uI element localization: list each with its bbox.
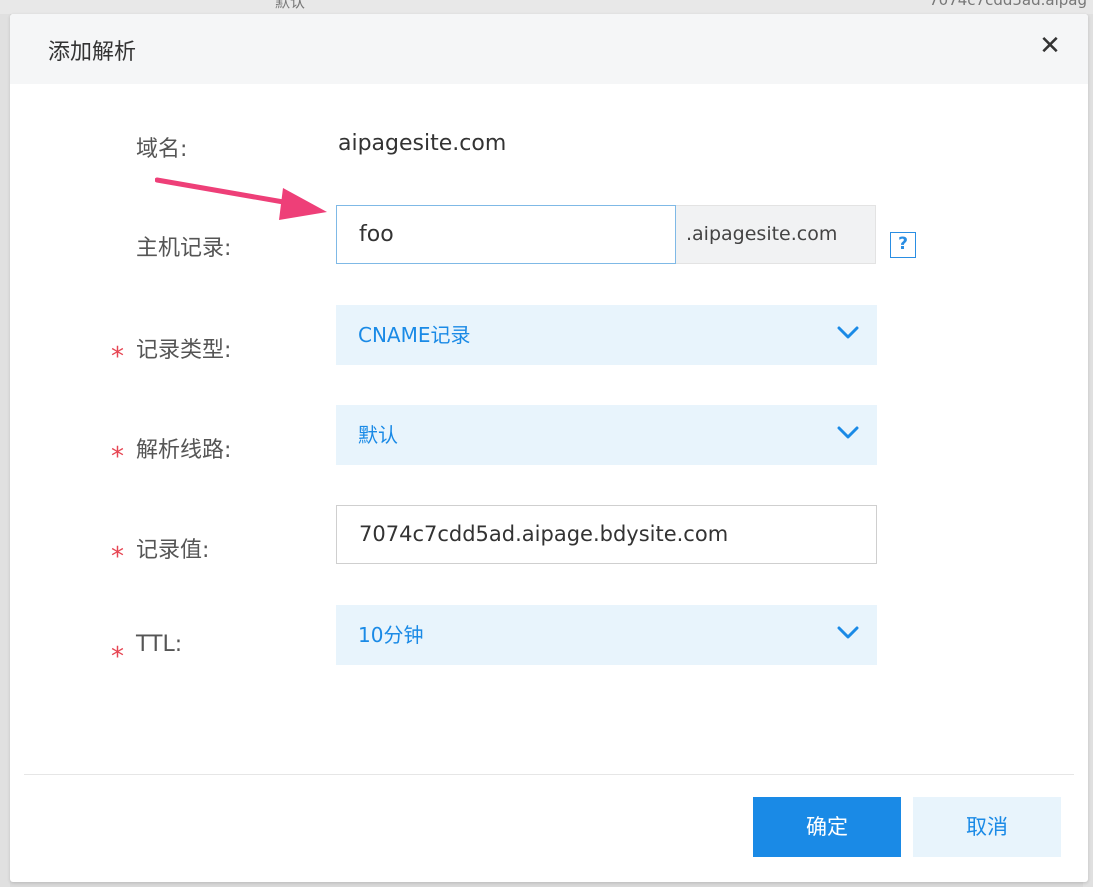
- background-text-right: 7074c7cdd5ad.aipag: [929, 0, 1087, 9]
- chevron-down-icon: [837, 426, 859, 439]
- required-mark: *: [111, 342, 124, 372]
- required-mark: *: [111, 642, 124, 672]
- required-mark: *: [111, 442, 124, 472]
- background-edge-left: [0, 14, 10, 887]
- chevron-down-icon: [837, 626, 859, 639]
- arrow-icon: [155, 177, 327, 220]
- cancel-button[interactable]: 取消: [913, 797, 1061, 857]
- record-value-input[interactable]: 7074c7cdd5ad.aipage.bdysite.com: [336, 505, 877, 564]
- ttl-select[interactable]: 10分钟: [336, 605, 877, 665]
- record-type-label: 记录类型:: [136, 338, 232, 363]
- footer-divider: [24, 774, 1074, 775]
- dialog-title: 添加解析: [48, 40, 137, 65]
- host-record-suffix: .aipagesite.com: [676, 205, 876, 264]
- domain-value: aipagesite.com: [338, 131, 507, 156]
- close-icon[interactable]: ✕: [1034, 30, 1066, 62]
- line-label: 解析线路:: [136, 438, 232, 463]
- record-value-label: 记录值:: [136, 538, 210, 563]
- line-value: 默认: [358, 423, 398, 447]
- record-type-select[interactable]: CNAME记录: [336, 305, 877, 365]
- background-text-left: 默认: [275, 0, 306, 11]
- help-icon[interactable]: ?: [890, 232, 916, 258]
- ttl-value: 10分钟: [358, 623, 424, 647]
- confirm-button[interactable]: 确定: [753, 797, 901, 857]
- host-record-label: 主机记录:: [136, 236, 232, 261]
- domain-label: 域名:: [136, 137, 188, 162]
- chevron-down-icon: [837, 326, 859, 339]
- ttl-label: TTL:: [136, 632, 183, 657]
- record-type-value: CNAME记录: [358, 323, 471, 347]
- add-record-dialog: 添加解析 ✕ 域名: aipagesite.com 主机记录: foo .aip…: [10, 14, 1088, 882]
- line-select[interactable]: 默认: [336, 405, 877, 465]
- background-page: 默认 7074c7cdd5ad.aipag: [0, 0, 1093, 14]
- dialog-header: 添加解析 ✕: [10, 14, 1088, 84]
- host-record-input[interactable]: foo: [336, 205, 676, 264]
- required-mark: *: [111, 542, 124, 572]
